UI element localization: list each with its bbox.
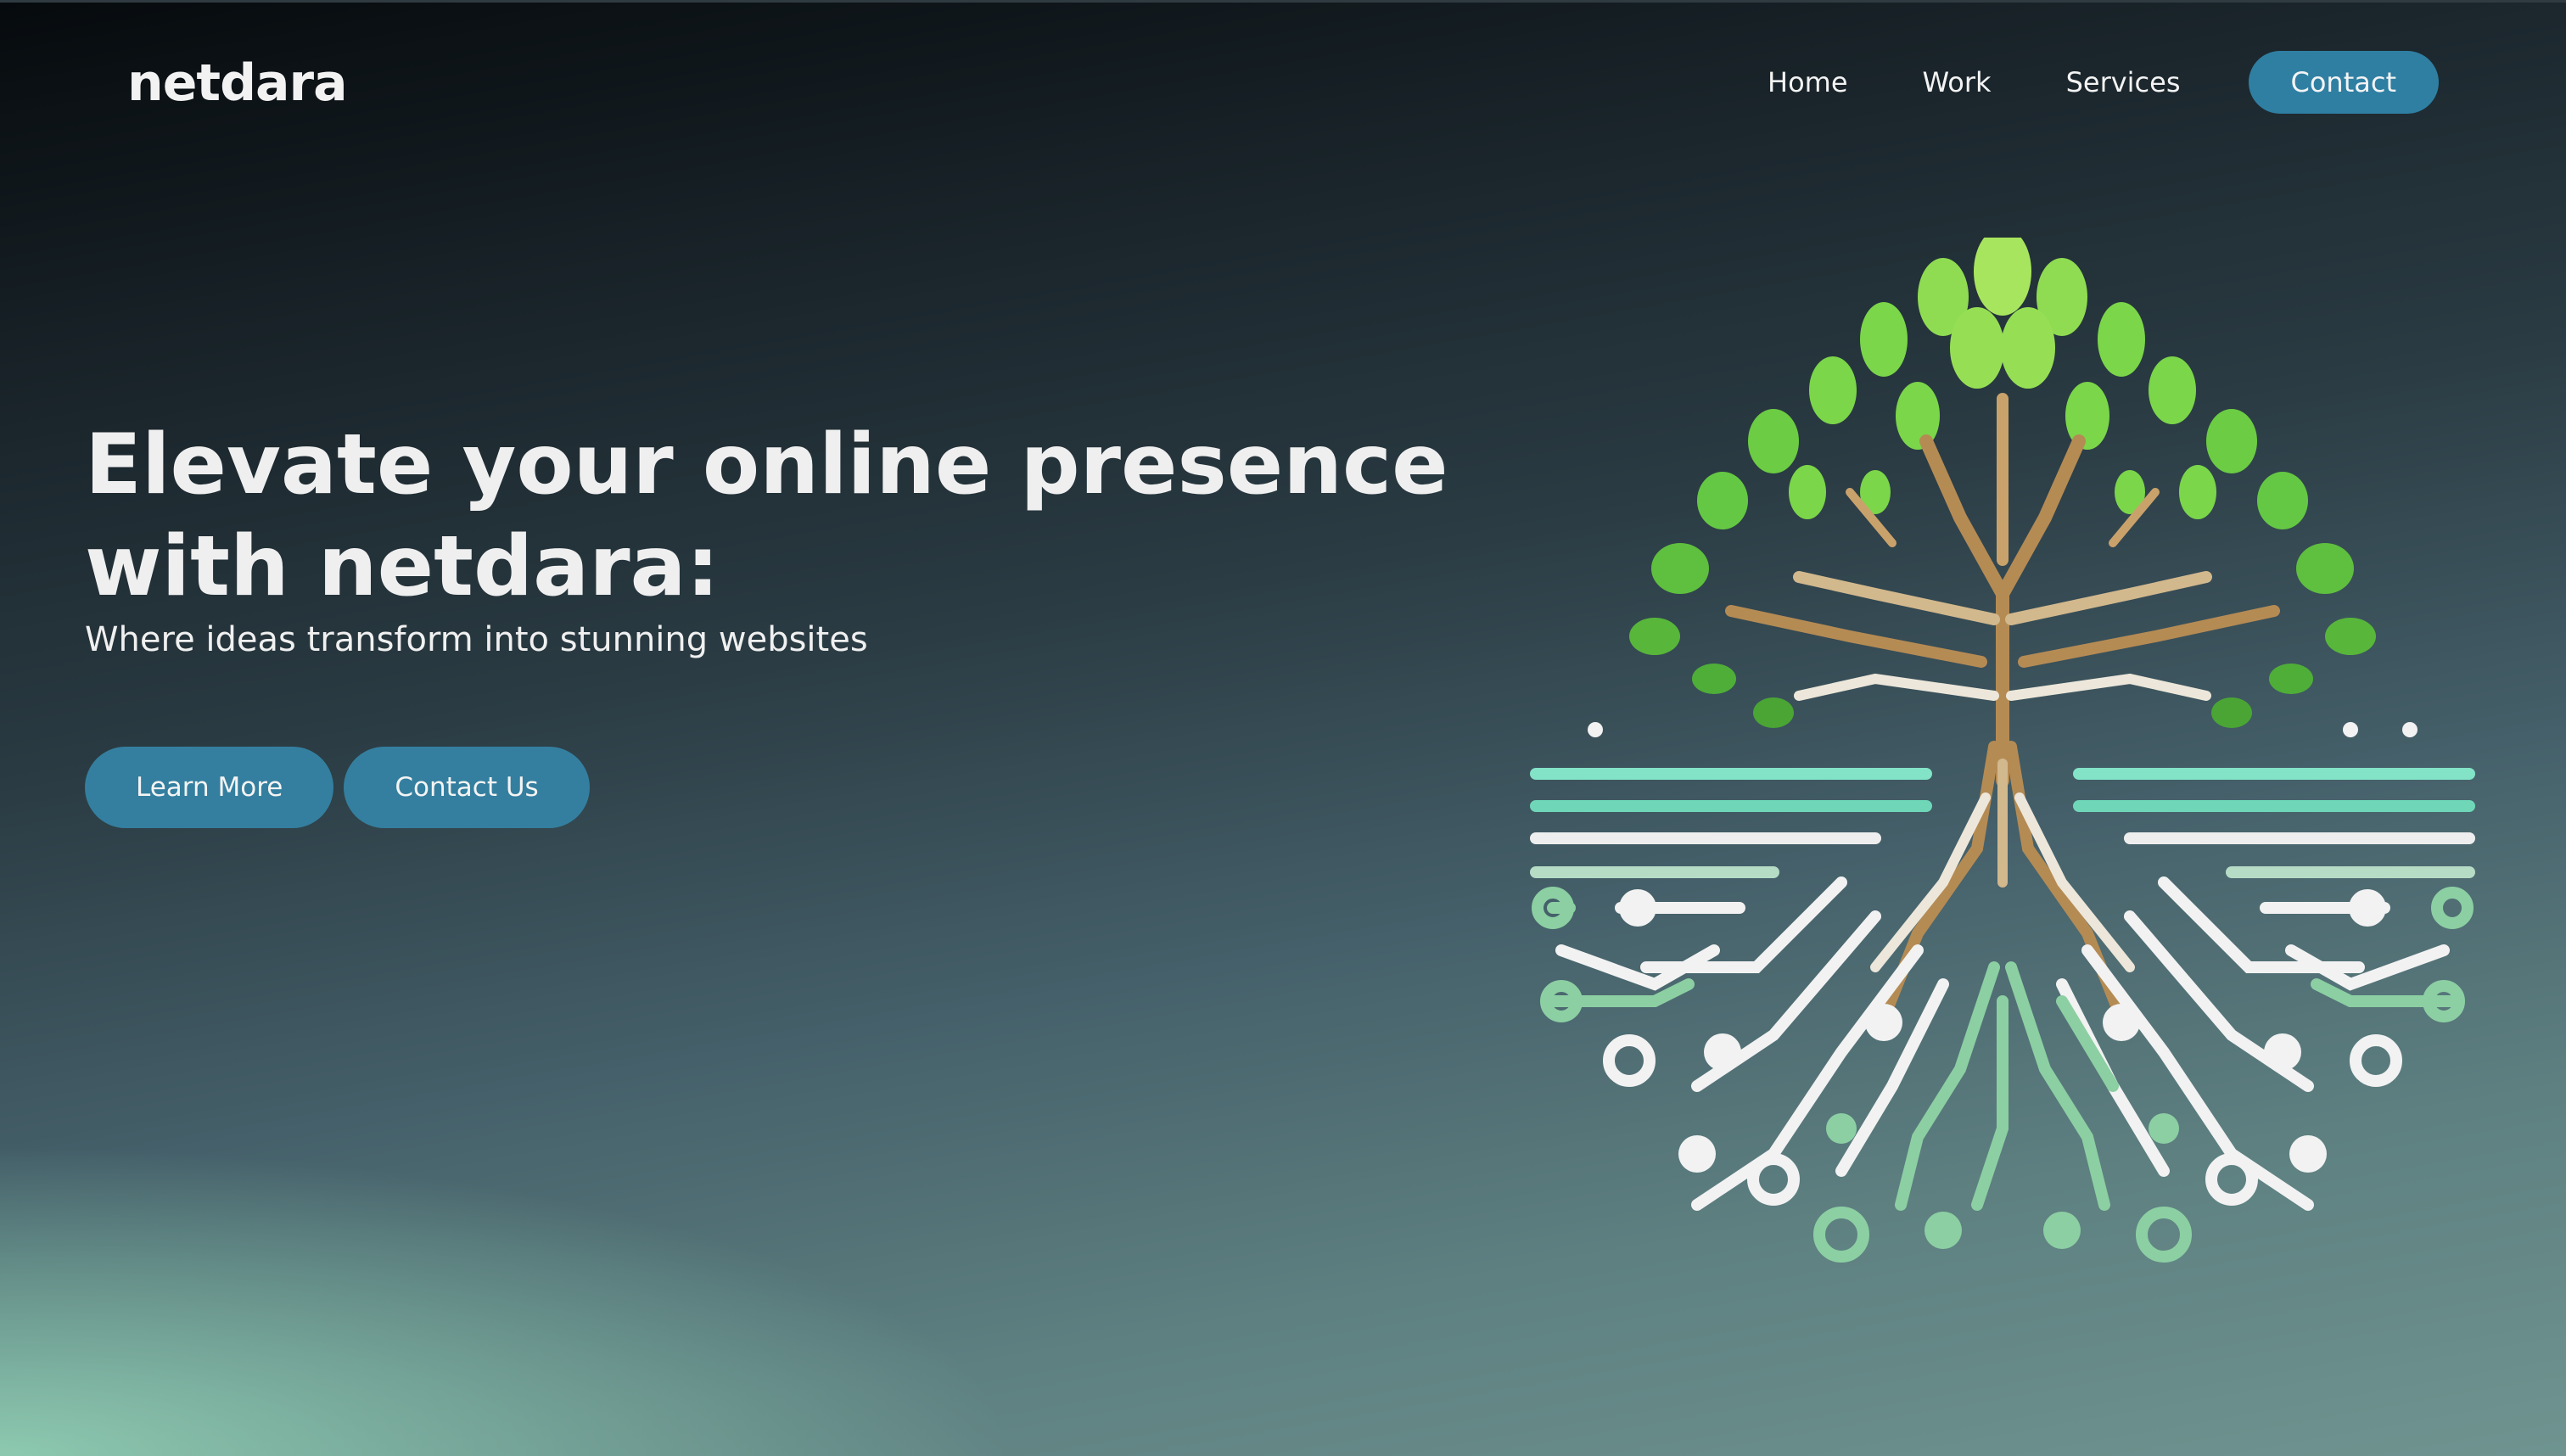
tree-circuit-icon (1530, 238, 2475, 1263)
nav-item-work[interactable]: Work (1923, 51, 1992, 114)
hero-actions: Learn More Contact Us (85, 747, 590, 828)
nav-item-home[interactable]: Home (1768, 51, 1848, 114)
nav-item-services[interactable]: Services (2066, 51, 2181, 114)
top-divider (0, 0, 2566, 3)
brand-logo[interactable]: netdara (127, 48, 348, 119)
nav-contact-button[interactable]: Contact (2248, 51, 2439, 114)
main-nav: Home Work Services Contact (1693, 51, 2439, 114)
tree-circuit-illustration (1519, 238, 2486, 1273)
hero-title: Elevate your online presence with netdar… (85, 414, 1459, 618)
hero-title-line-1: Elevate your online presence (85, 417, 1448, 513)
tree-branches (1725, 393, 2280, 787)
tree-roots (1870, 741, 2135, 1024)
hero-subtitle: Where ideas transform into stunning webs… (85, 620, 868, 659)
learn-more-button[interactable]: Learn More (85, 747, 334, 828)
hero-title-line-2: with netdara: (85, 518, 720, 615)
contact-us-button[interactable]: Contact Us (344, 747, 590, 828)
